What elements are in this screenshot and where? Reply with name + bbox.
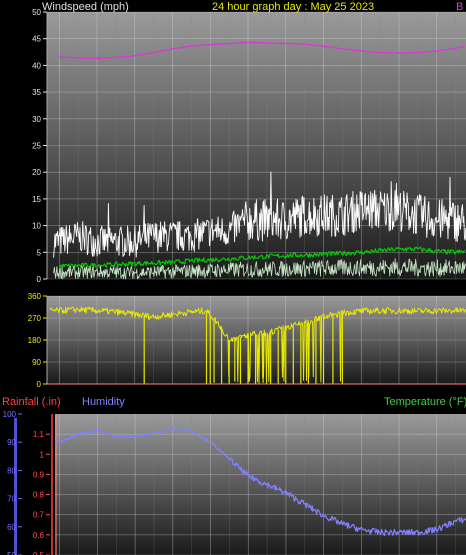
- wind-y-tick-label: 20: [32, 168, 41, 177]
- rainfall-label: Rainfall (.in): [2, 396, 61, 408]
- direction-y-tick-label: 0: [37, 380, 42, 389]
- chart-ylabel: Windspeed (mph): [42, 1, 129, 13]
- rainfall-y-tick-label: 0.9: [33, 470, 45, 479]
- rainfall-y-tick-label: 0.5: [33, 551, 45, 555]
- direction-y-tick-label: 360: [28, 292, 42, 301]
- temp-panel-background: [55, 414, 466, 555]
- chart-title: 24 hour graph day : May 25 2023: [212, 1, 375, 13]
- wind-y-tick-label: 5: [37, 248, 42, 257]
- rainfall-y-tick-label: 0.7: [33, 511, 45, 520]
- chart-edge-letter: B: [456, 1, 464, 13]
- wind-y-tick-label: 35: [32, 88, 41, 97]
- wind-y-tick-label: 15: [32, 195, 41, 204]
- humidity-label: Humidity: [82, 396, 125, 408]
- wind-y-tick-label: 25: [32, 142, 41, 151]
- rainfall-y-tick-label: 0.8: [33, 491, 45, 500]
- rainfall-y-tick-label: 0.6: [33, 531, 45, 540]
- humidity-y-tick-label: 70: [7, 495, 16, 504]
- direction-y-tick-label: 90: [32, 358, 41, 367]
- wind-y-tick-label: 30: [32, 115, 41, 124]
- direction-y-tick-label: 180: [28, 336, 42, 345]
- humidity-y-tick-label: 100: [3, 410, 17, 419]
- wind-y-tick-label: 10: [32, 222, 41, 231]
- humidity-y-tick-label: 90: [7, 438, 16, 447]
- wind-y-tick-label: 40: [32, 61, 41, 70]
- humidity-y-tick-label: 80: [7, 466, 16, 475]
- temperature-label: Temperature (°F): [384, 396, 466, 408]
- wind-y-tick-label: 45: [32, 35, 41, 44]
- humidity-y-tick-label: 50: [7, 551, 16, 555]
- humidity-y-tick-label: 60: [7, 523, 16, 532]
- direction-y-tick-label: 270: [28, 314, 42, 323]
- wind-y-tick-label: 50: [32, 8, 41, 17]
- weather-chart: 0510152025303540455002 04 06 08 10 12 14 16 18 20…: [3, 8, 466, 555]
- rainfall-y-tick-label: 1.1: [33, 430, 45, 439]
- wind-y-tick-label: 0: [37, 275, 42, 284]
- rainfall-y-tick-label: 1: [40, 450, 45, 459]
